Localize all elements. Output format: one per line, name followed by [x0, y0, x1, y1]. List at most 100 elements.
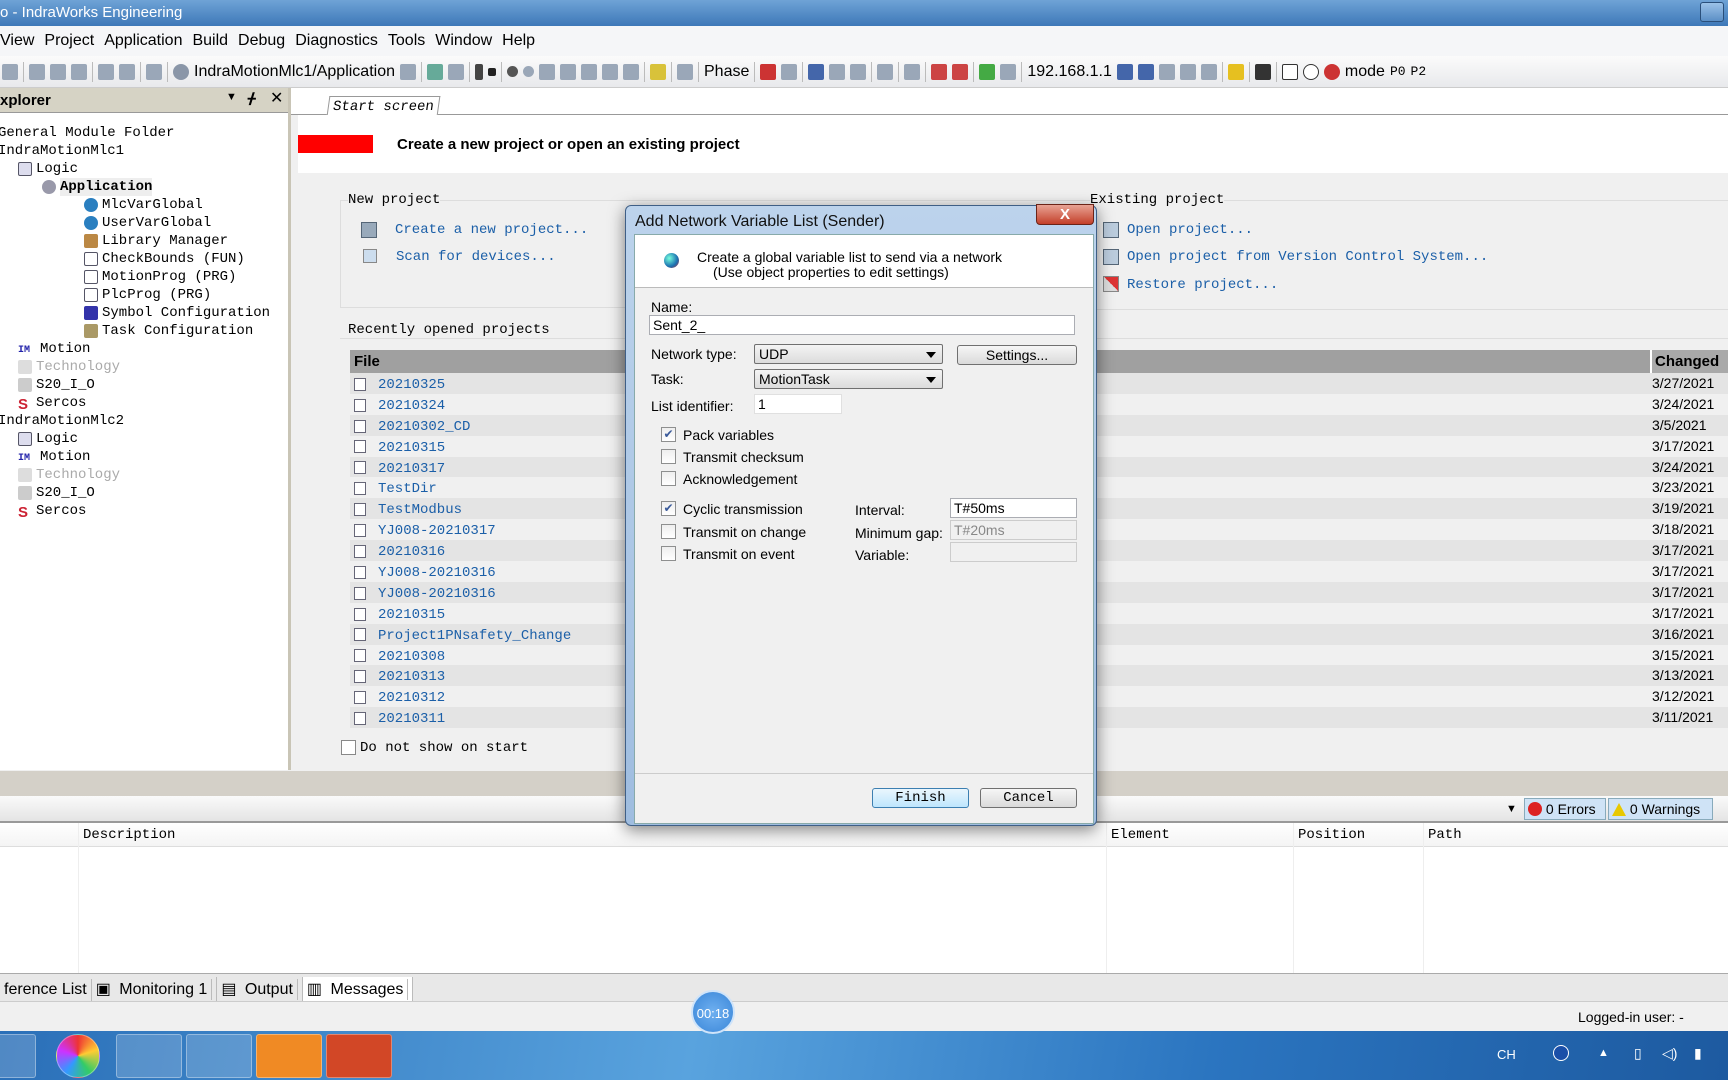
download-arrow-icon[interactable]	[1137, 63, 1154, 80]
cut-icon[interactable]	[29, 63, 45, 80]
transmit-on-change-checkbox[interactable]	[661, 524, 676, 539]
settings-button[interactable]: Settings...	[957, 345, 1077, 365]
tree-item[interactable]: S20_I_O	[18, 484, 95, 502]
file-name[interactable]: 20210312	[378, 690, 445, 706]
tree-item[interactable]: Technology	[18, 358, 120, 376]
check-icon[interactable]	[677, 63, 693, 80]
cancel-button[interactable]: Cancel	[980, 788, 1077, 808]
phase-label[interactable]: Phase	[704, 63, 749, 81]
tree-item[interactable]: Technology	[18, 466, 120, 484]
col-description[interactable]: Description	[83, 827, 175, 843]
breakpoint-disabled-icon[interactable]	[523, 66, 534, 77]
printer-icon[interactable]	[1254, 63, 1271, 80]
menu-build[interactable]: Build	[192, 32, 238, 50]
taskbar-pdf-icon[interactable]	[256, 1034, 322, 1078]
cyclic-transmission-checkbox[interactable]: ✔	[661, 501, 676, 516]
tree-item[interactable]: IndraMotionMlc1	[0, 142, 124, 160]
col-file[interactable]: File	[354, 350, 380, 373]
menu-diagnostics[interactable]: Diagnostics	[295, 32, 388, 50]
variable-input[interactable]	[950, 542, 1077, 562]
warning-icon[interactable]	[1281, 63, 1298, 80]
interval-input[interactable]: T#50ms	[950, 498, 1077, 518]
error-icon[interactable]	[1323, 63, 1340, 80]
tree-item[interactable]: S20_I_O	[18, 376, 95, 394]
connect-icon[interactable]	[1116, 63, 1133, 80]
tree-item[interactable]: Logic	[18, 160, 78, 178]
pack-variables-checkbox[interactable]: ✔	[661, 427, 676, 442]
file-name[interactable]: Project1PNsafety_Change	[378, 628, 571, 644]
calendar-icon[interactable]	[400, 63, 416, 80]
step-into-icon[interactable]	[560, 63, 576, 80]
tree-item[interactable]: Application	[42, 178, 153, 196]
scan-icon[interactable]	[781, 63, 798, 80]
close-icon[interactable]: ✕	[270, 88, 283, 108]
minimize-button[interactable]	[1700, 2, 1724, 22]
taskbar-powerpoint-icon[interactable]	[326, 1034, 392, 1078]
minimum-gap-input[interactable]: T#20ms	[950, 520, 1077, 540]
tray-language[interactable]: CH	[1497, 1047, 1516, 1062]
upload-icon[interactable]	[829, 63, 846, 80]
list-identifier-input[interactable]: 1	[754, 394, 842, 414]
breakpoint-icon[interactable]	[507, 66, 518, 77]
run-to-cursor-icon[interactable]	[602, 63, 618, 80]
warnings-filter[interactable]: 0 Warnings	[1608, 798, 1713, 820]
network-tray-icon[interactable]: ▯	[1634, 1045, 1642, 1062]
tree-item[interactable]: MlcVarGlobal	[84, 196, 203, 214]
paste-icon[interactable]	[71, 63, 87, 80]
battery-icon[interactable]	[1000, 63, 1017, 80]
open-vcs-link[interactable]: Open project from Version Control System…	[1127, 249, 1488, 265]
col-element[interactable]: Element	[1111, 827, 1170, 843]
file-name[interactable]: YJ008-20210317	[378, 523, 496, 539]
tree-item[interactable]: General Module Folder	[0, 124, 174, 142]
undo-icon[interactable]	[98, 63, 114, 80]
transmit-on-event-checkbox[interactable]	[661, 546, 676, 561]
sync-icon[interactable]	[850, 63, 867, 80]
sercos-icon[interactable]	[760, 63, 777, 80]
menu-window[interactable]: Window	[435, 32, 502, 50]
network-type-select[interactable]: UDP	[754, 344, 943, 364]
file-name[interactable]: 20210325	[378, 377, 445, 393]
menu-help[interactable]: Help	[502, 32, 545, 50]
tree-item[interactable]: Symbol Configuration	[84, 304, 270, 322]
tree-item[interactable]: CheckBounds (FUN)	[84, 250, 245, 268]
ip-address[interactable]: 192.168.1.1	[1027, 63, 1112, 81]
col-position[interactable]: Position	[1298, 827, 1365, 843]
dropdown-icon[interactable]: ▼	[226, 91, 237, 103]
tree-item[interactable]: Library Manager	[84, 232, 228, 250]
file-name[interactable]: YJ008-20210316	[378, 565, 496, 581]
tab-monitoring[interactable]: ▣ Monitoring 1	[92, 977, 218, 1001]
acknowledgement-checkbox[interactable]	[661, 471, 676, 486]
open-project-link[interactable]: Open project...	[1127, 222, 1253, 238]
file-name[interactable]: 20210317	[378, 461, 445, 477]
tree-item[interactable]: Task Configuration	[84, 322, 253, 340]
tree-item[interactable]: UserVarGlobal	[84, 214, 211, 232]
tree-item[interactable]: PlcProg (PRG)	[84, 286, 211, 304]
stop-icon[interactable]	[488, 67, 496, 76]
finish-button[interactable]: Finish	[872, 788, 969, 808]
p2-label[interactable]: P2	[1411, 64, 1427, 79]
arrow-icon[interactable]	[650, 63, 666, 80]
redo-icon[interactable]	[119, 63, 135, 80]
tray-expand-icon[interactable]: ▲	[1598, 1047, 1609, 1059]
file-name[interactable]: 20210311	[378, 711, 445, 727]
transfer-icon[interactable]	[1158, 63, 1175, 80]
tab-start-screen[interactable]: Start screen	[326, 96, 441, 116]
col-path[interactable]: Path	[1428, 827, 1462, 843]
transmit-checksum-checkbox[interactable]	[661, 449, 676, 464]
compare-icon[interactable]	[146, 63, 162, 80]
export-icon[interactable]	[952, 63, 969, 80]
tab-messages[interactable]: ▥ Messages	[302, 977, 414, 1001]
device-icon[interactable]	[1200, 63, 1217, 80]
task-select[interactable]: MotionTask	[754, 369, 943, 389]
copy-icon[interactable]	[50, 63, 66, 80]
restore-project-link[interactable]: Restore project...	[1127, 277, 1278, 293]
file-name[interactable]: 20210315	[378, 607, 445, 623]
create-new-project-link[interactable]: Create a new project...	[395, 222, 588, 238]
tree-item[interactable]: MotionProg (PRG)	[84, 268, 236, 286]
tree-item[interactable]: IM Motion	[18, 340, 90, 358]
file-name[interactable]: 20210313	[378, 669, 445, 685]
taskbar-calculator-icon[interactable]	[186, 1034, 252, 1078]
tree-item[interactable]: IndraMotionMlc2	[0, 412, 124, 430]
file-name[interactable]: 20210316	[378, 544, 445, 560]
menu-project[interactable]: Project	[44, 32, 104, 50]
